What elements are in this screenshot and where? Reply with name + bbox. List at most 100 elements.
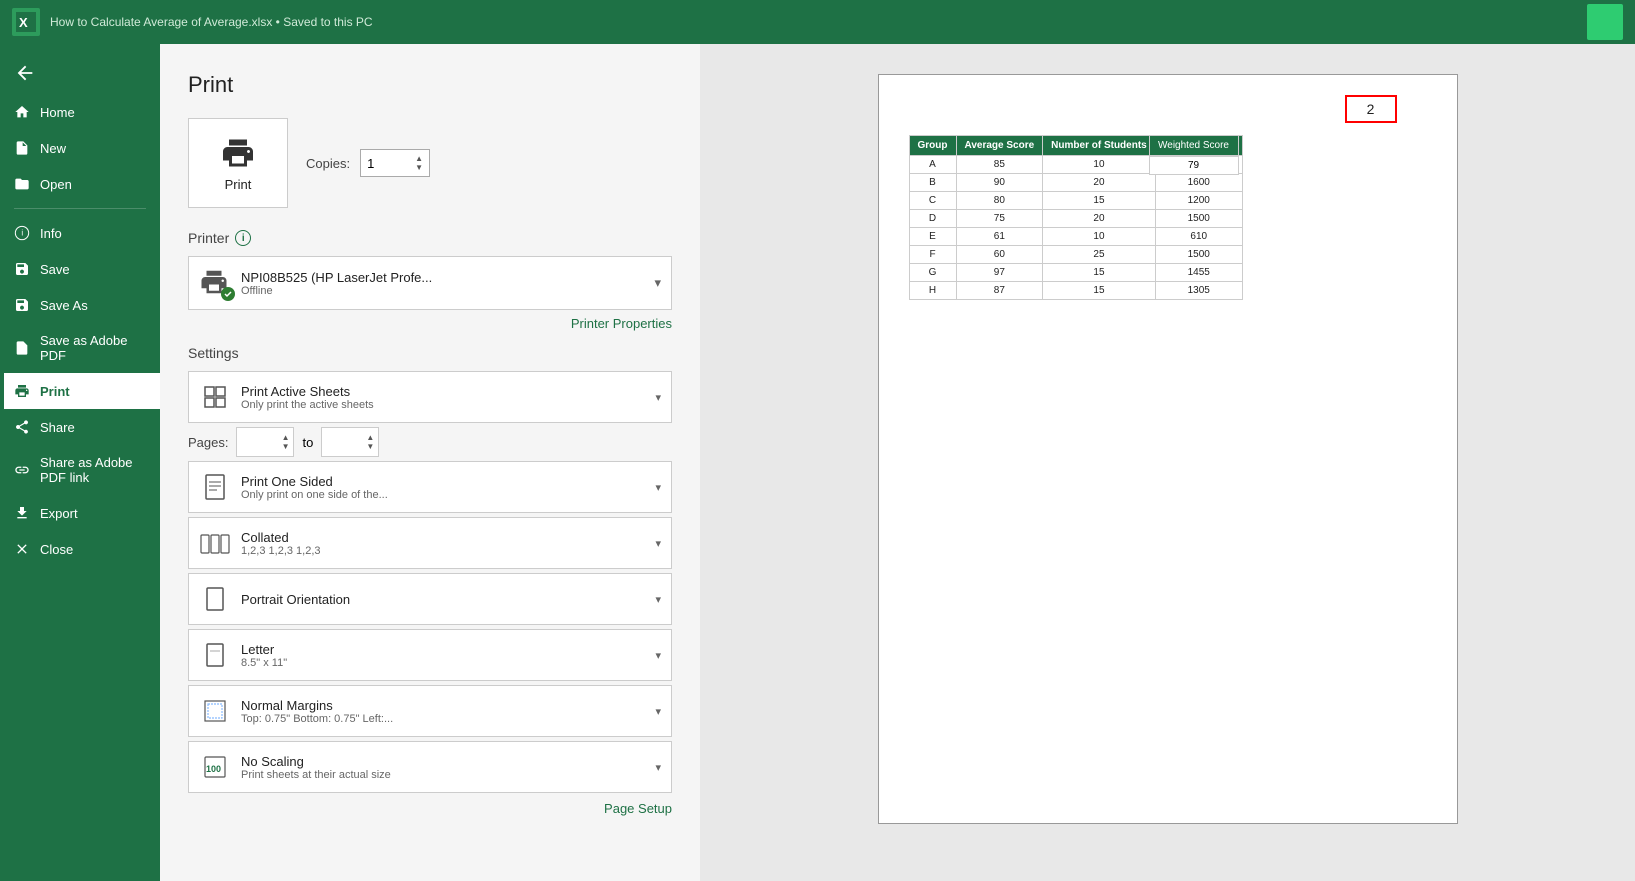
scaling-main: No Scaling xyxy=(241,754,645,769)
printer-select[interactable]: NPI08B525 (HP LaserJet Profe... Offline … xyxy=(188,256,672,310)
setting-collated[interactable]: Collated 1,2,3 1,2,3 1,2,3 ▾ xyxy=(188,517,672,569)
table-cell: 61 xyxy=(956,228,1043,246)
sidebar-item-saveadobe[interactable]: Save as Adobe PDF xyxy=(0,323,160,373)
margins-main: Normal Margins xyxy=(241,698,645,713)
setting-scaling[interactable]: 100 No Scaling Print sheets at their act… xyxy=(188,741,672,793)
sidebar-item-export[interactable]: Export xyxy=(0,495,160,531)
table-cell: 20 xyxy=(1043,210,1156,228)
pages-from-spinner[interactable]: ▲▼ xyxy=(282,434,290,451)
table-cell: 610 xyxy=(1155,228,1242,246)
back-button[interactable] xyxy=(0,52,160,94)
sidebar-item-new[interactable]: New xyxy=(0,130,160,166)
setting-portrait[interactable]: Portrait Orientation ▾ xyxy=(188,573,672,625)
table-cell: 1305 xyxy=(1155,282,1242,300)
copies-value: 1 xyxy=(367,156,374,171)
sidebar-item-close[interactable]: Close xyxy=(0,531,160,567)
letter-text: Letter 8.5" x 11" xyxy=(241,642,645,669)
collated-text: Collated 1,2,3 1,2,3 1,2,3 xyxy=(241,530,645,557)
pages-to-input[interactable]: ▲▼ xyxy=(321,427,379,457)
sidebar-item-info[interactable]: i Info xyxy=(0,215,160,251)
copies-spinner[interactable]: ▲ ▼ xyxy=(415,155,423,172)
sidebar-item-save[interactable]: Save xyxy=(0,251,160,287)
print-active-sheets-sub: Only print the active sheets xyxy=(241,399,645,411)
table-cell: F xyxy=(909,246,956,264)
letter-sub: 8.5" x 11" xyxy=(241,657,645,669)
print-button[interactable]: Print xyxy=(188,118,288,208)
copies-input[interactable]: 1 ▲ ▼ xyxy=(360,149,430,177)
printer-status: Offline xyxy=(241,285,432,297)
setting-print-active-sheets[interactable]: Print Active Sheets Only print the activ… xyxy=(188,371,672,423)
page-setup-link[interactable]: Page Setup xyxy=(188,801,672,816)
scaling-sub: Print sheets at their actual size xyxy=(241,769,645,781)
table-cell: A xyxy=(909,156,956,174)
print-title: Print xyxy=(188,72,672,98)
pages-label: Pages: xyxy=(188,435,228,450)
margins-icon xyxy=(199,695,231,727)
sidebar-divider xyxy=(14,208,146,209)
pages-to-label: to xyxy=(302,435,313,450)
sidebar-item-shareadobe[interactable]: Share as Adobe PDF link xyxy=(0,445,160,495)
printer-info-icon[interactable]: i xyxy=(235,230,251,246)
table-cell: 80 xyxy=(956,192,1043,210)
sidebar-item-saveas[interactable]: Save As xyxy=(0,287,160,323)
settings-title: Settings xyxy=(188,345,672,361)
table-cell: C xyxy=(909,192,956,210)
portrait-main: Portrait Orientation xyxy=(241,592,645,607)
table-cell: 60 xyxy=(956,246,1043,264)
table-cell: 10 xyxy=(1043,228,1156,246)
table-cell: 1500 xyxy=(1155,210,1242,228)
table-cell: 10 xyxy=(1043,156,1156,174)
collated-sub: 1,2,3 1,2,3 1,2,3 xyxy=(241,545,645,557)
setting-print-one-sided[interactable]: Print One Sided Only print on one side o… xyxy=(188,461,672,513)
table-cell: 1200 xyxy=(1155,192,1242,210)
table-cell: 90 xyxy=(956,174,1043,192)
minimize-button[interactable] xyxy=(1587,4,1623,40)
weighted-score-header: Weighted Score xyxy=(1149,135,1239,156)
table-cell: H xyxy=(909,282,956,300)
sidebar-item-export-label: Export xyxy=(40,506,78,521)
table-cell: 87 xyxy=(956,282,1043,300)
setting-margins-chevron: ▾ xyxy=(655,705,661,718)
table-row: E6110610 xyxy=(909,228,1242,246)
print-button-label: Print xyxy=(225,177,252,192)
sidebar-item-share-label: Share xyxy=(40,420,75,435)
portrait-text: Portrait Orientation xyxy=(241,592,645,607)
preview-page: 2 Group Average Score Number of Students… xyxy=(878,74,1458,824)
pages-from-input[interactable]: ▲▼ xyxy=(236,427,294,457)
grid-icon xyxy=(199,381,231,413)
setting-letter-chevron: ▾ xyxy=(655,649,661,662)
sidebar-item-close-label: Close xyxy=(40,542,73,557)
sidebar-item-saveas-label: Save As xyxy=(40,298,88,313)
printer-name: NPI08B525 (HP LaserJet Profe... xyxy=(241,270,432,285)
sidebar-item-home[interactable]: Home xyxy=(0,94,160,130)
table-cell: B xyxy=(909,174,956,192)
printer-section-title: Printer i xyxy=(188,230,672,246)
sidebar-item-print[interactable]: Print xyxy=(0,373,160,409)
svg-text:100: 100 xyxy=(206,764,221,774)
table-cell: G xyxy=(909,264,956,282)
weighted-score-box: Weighted Score 79 xyxy=(1149,135,1239,175)
sidebar-item-open[interactable]: Open xyxy=(0,166,160,202)
sidebar-item-home-label: Home xyxy=(40,105,75,120)
print-active-sheets-main: Print Active Sheets xyxy=(241,384,645,399)
svg-text:X: X xyxy=(19,15,28,30)
pages-to-spinner[interactable]: ▲▼ xyxy=(366,434,374,451)
table-cell: 1455 xyxy=(1155,264,1242,282)
collated-icon xyxy=(199,527,231,559)
sidebar-item-share[interactable]: Share xyxy=(0,409,160,445)
printer-chevron-icon: ▾ xyxy=(654,275,661,291)
table-row: F60251500 xyxy=(909,246,1242,264)
setting-letter[interactable]: Letter 8.5" x 11" ▾ xyxy=(188,629,672,681)
sidebar: Home New Open i Info Save Save As Save a… xyxy=(0,44,160,881)
margins-sub: Top: 0.75" Bottom: 0.75" Left:... xyxy=(241,713,645,725)
scaling-text: No Scaling Print sheets at their actual … xyxy=(241,754,645,781)
table-row: D75201500 xyxy=(909,210,1242,228)
col-num-students: Number of Students xyxy=(1043,136,1156,156)
table-cell: 85 xyxy=(956,156,1043,174)
printer-properties-link[interactable]: Printer Properties xyxy=(188,316,672,331)
table-row: H87151305 xyxy=(909,282,1242,300)
letter-main: Letter xyxy=(241,642,645,657)
collated-main: Collated xyxy=(241,530,645,545)
margins-text: Normal Margins Top: 0.75" Bottom: 0.75" … xyxy=(241,698,645,725)
setting-margins[interactable]: Normal Margins Top: 0.75" Bottom: 0.75" … xyxy=(188,685,672,737)
